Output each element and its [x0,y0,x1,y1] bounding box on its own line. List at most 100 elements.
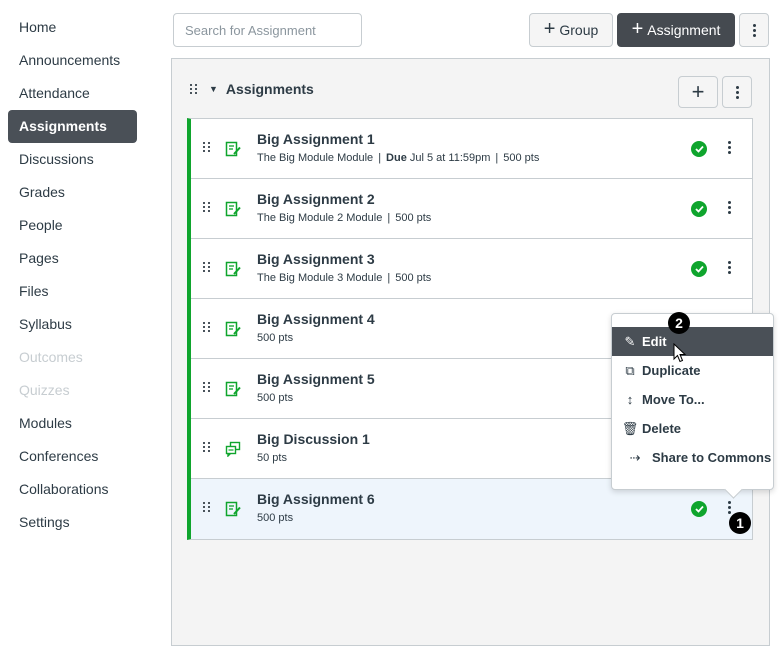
menu-item-share-to-commons[interactable]: ⇢ Share to Commons [612,443,773,472]
menu-item-duplicate[interactable]: ⧉ Duplicate [612,356,773,385]
assignment-icon [225,201,241,217]
nav-discussions[interactable]: Discussions [0,143,150,176]
module-name: The Big Module Module [257,152,374,164]
kebab-icon [735,85,739,99]
nav-people[interactable]: People [0,209,150,242]
add-assignment-to-group-button[interactable]: + [678,76,718,108]
move-icon: ↕ [626,392,634,407]
drag-handle-icon[interactable] [190,84,198,94]
points: 500 pts [395,272,432,284]
due-date: Due Jul 5 at 11:59pm [386,152,491,164]
group-title: Assignments [225,81,314,97]
assignment-options-kebab-icon[interactable] [728,201,731,214]
plus-icon: + [543,18,556,40]
menu-item-move-to[interactable]: ↕ Move To... [612,385,773,414]
points: 500 pts [257,332,294,344]
course-nav: Home Announcements Attendance Assignment… [0,11,150,539]
nav-conferences[interactable]: Conferences [0,440,150,473]
drag-handle-icon[interactable] [203,262,211,272]
page-options-button[interactable] [739,13,769,47]
menu-item-label: Edit [642,334,667,349]
points: 500 pts [503,152,540,164]
add-assignment-button[interactable]: + Assignment [617,13,735,47]
drag-handle-icon[interactable] [203,202,211,212]
menu-item-edit[interactable]: ✎ Edit [612,327,773,356]
assignment-icon [225,321,241,337]
published-check-icon[interactable] [691,201,707,217]
collapse-caret-icon[interactable]: ▼ [209,84,218,94]
menu-item-label: Duplicate [642,363,701,378]
assignment-meta: 50 pts [257,452,287,464]
module-name: The Big Module 2 Module [257,212,383,224]
trash-icon: 🗑 [621,420,639,436]
assignment-options-kebab-icon[interactable] [728,501,731,514]
assignment-icon [225,261,241,277]
assignment-title[interactable]: Big Assignment 1 [257,131,375,147]
duplicate-icon: ⧉ [625,362,635,378]
assignment-title[interactable]: Big Assignment 6 [257,491,375,507]
assignment-options-kebab-icon[interactable] [728,261,731,274]
nav-collaborations[interactable]: Collaborations [0,473,150,506]
menu-item-delete[interactable]: 🗑 Delete [612,414,773,443]
pencil-icon: ✎ [624,333,636,349]
assignment-meta: 500 pts [257,512,293,524]
group-options-button[interactable] [722,76,752,108]
plus-icon: + [631,18,644,40]
drag-handle-icon[interactable] [203,382,211,392]
drag-handle-icon[interactable] [203,442,211,452]
add-group-button[interactable]: + Group [529,13,613,47]
assignment-row[interactable]: Big Assignment 3 The Big Module 3 Module… [191,239,752,299]
assignment-title[interactable]: Big Assignment 3 [257,251,375,267]
assignment-meta: The Big Module 2 Module | 500 pts [257,212,432,224]
assignment-options-menu: ✎ Edit ⧉ Duplicate ↕ Move To... 🗑 Delete ⇢ Share … [611,313,774,490]
assignment-title[interactable]: Big Assignment 4 [257,311,375,327]
search-assignment-input[interactable] [173,13,362,47]
nav-announcements[interactable]: Announcements [0,44,150,77]
discussion-icon [225,441,241,458]
nav-home[interactable]: Home [0,11,150,44]
points: 50 pts [257,452,287,464]
assignment-icon [225,501,241,517]
assignment-meta: The Big Module Module | Due Jul 5 at 11:59… [257,152,540,164]
group-header[interactable]: ▼ Assignments [190,81,314,97]
nav-modules[interactable]: Modules [0,407,150,440]
nav-syllabus[interactable]: Syllabus [0,308,150,341]
assignment-title[interactable]: Big Assignment 2 [257,191,375,207]
callout-2: 2 [668,312,690,334]
nav-quizzes[interactable]: Quizzes [0,374,150,407]
assignment-row[interactable]: Big Assignment 1 The Big Module Module | D… [191,119,752,179]
add-assignment-label: Assignment [647,22,721,38]
points: 500 pts [257,512,294,524]
menu-item-label: Share to Commons [652,450,772,465]
nav-assignments[interactable]: Assignments [8,110,137,143]
published-check-icon[interactable] [691,501,707,517]
nav-attendance[interactable]: Attendance [0,77,150,110]
menu-item-label: Move To... [642,392,705,407]
assignment-meta: 500 pts [257,332,293,344]
drag-handle-icon[interactable] [203,142,211,152]
mouse-cursor-icon [673,343,687,363]
points: 500 pts [257,392,294,404]
module-name: The Big Module 3 Module [257,272,383,284]
drag-handle-icon[interactable] [203,322,211,332]
nav-files[interactable]: Files [0,275,150,308]
assignment-title[interactable]: Big Discussion 1 [257,431,370,447]
nav-outcomes[interactable]: Outcomes [0,341,150,374]
published-check-icon[interactable] [691,261,707,277]
menu-item-label: Delete [642,421,682,436]
assignment-icon [225,381,241,397]
published-check-icon[interactable] [691,141,707,157]
nav-pages[interactable]: Pages [0,242,150,275]
assignment-meta: The Big Module 3 Module | 500 pts [257,272,432,284]
assignment-meta: 500 pts [257,392,293,404]
callout-1: 1 [729,512,751,534]
assignment-row[interactable]: Big Assignment 2 The Big Module 2 Module… [191,179,752,239]
nav-grades[interactable]: Grades [0,176,150,209]
commons-icon: ⇢ [629,449,641,465]
kebab-icon [752,23,756,37]
nav-settings[interactable]: Settings [0,506,150,539]
assignment-options-kebab-icon[interactable] [728,141,731,154]
drag-handle-icon[interactable] [203,502,211,512]
assignment-title[interactable]: Big Assignment 5 [257,371,375,387]
points: 500 pts [395,212,432,224]
